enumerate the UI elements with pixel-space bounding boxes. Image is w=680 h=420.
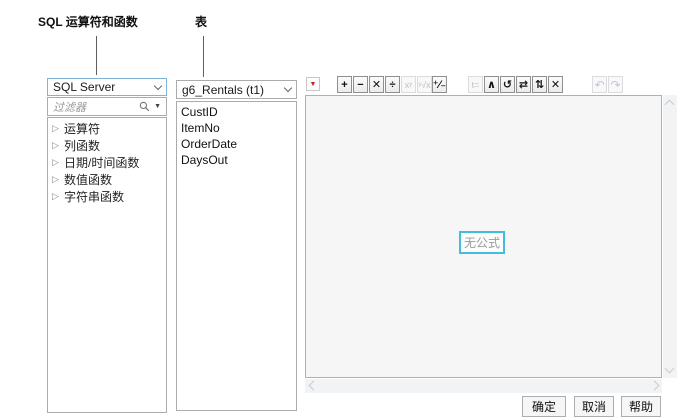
tree-item-label: 运算符 bbox=[64, 122, 101, 136]
redo-button: ↷ bbox=[608, 76, 623, 93]
field-item[interactable]: OrderDate bbox=[177, 136, 296, 152]
sql-expression-dialog: SQL 运算符和函数 表 SQL Server 过滤器 ▼ ▷ 运算符 ▷ 列函… bbox=[0, 0, 680, 420]
scroll-up-icon[interactable] bbox=[664, 99, 675, 110]
help-button[interactable]: 帮助 bbox=[621, 396, 661, 417]
filter-options-arrow-icon[interactable]: ▼ bbox=[154, 103, 161, 110]
undo-button: ↶ bbox=[592, 76, 607, 93]
multiply-button[interactable]: ✕ bbox=[369, 76, 384, 93]
tree-item-string-functions[interactable]: ▷ 字符串函数 bbox=[48, 188, 166, 205]
add-button[interactable]: + bbox=[337, 76, 352, 93]
ok-button[interactable]: 确定 bbox=[522, 396, 566, 417]
filter-placeholder-text: 过滤器 bbox=[53, 101, 86, 114]
t-equals-button: t= bbox=[468, 76, 483, 93]
tree-item-numeric-functions[interactable]: ▷ 数值函数 bbox=[48, 171, 166, 188]
divide-button[interactable]: ÷ bbox=[385, 76, 400, 93]
power-button: xʸ bbox=[401, 76, 416, 93]
table-callout-line bbox=[203, 36, 204, 77]
expander-icon[interactable]: ▷ bbox=[52, 191, 64, 202]
chevron-down-icon bbox=[283, 83, 293, 93]
search-icon bbox=[139, 101, 150, 112]
expander-icon[interactable]: ▷ bbox=[52, 140, 64, 151]
no-formula-placeholder[interactable]: 无公式 bbox=[459, 231, 506, 254]
operators-callout-line bbox=[96, 36, 97, 75]
tree-item-operators[interactable]: ▷ 运算符 bbox=[48, 120, 166, 137]
function-category-tree: ▷ 运算符 ▷ 列函数 ▷ 日期/时间函数 ▷ 数值函数 ▷ 字符串函数 bbox=[47, 117, 167, 413]
rotate-button[interactable]: ↺ bbox=[500, 76, 515, 93]
table-callout-label: 表 bbox=[195, 15, 208, 29]
function-filter-input[interactable]: 过滤器 ▼ bbox=[47, 97, 167, 116]
tree-item-label: 列函数 bbox=[64, 139, 101, 153]
formula-menu-button[interactable]: ▼ bbox=[306, 77, 320, 91]
operators-callout-label: SQL 运算符和函数 bbox=[38, 15, 138, 29]
tree-item-label: 字符串函数 bbox=[64, 190, 125, 204]
field-item[interactable]: CustID bbox=[177, 104, 296, 120]
field-list: CustID ItemNo OrderDate DaysOut bbox=[176, 101, 297, 411]
expander-icon[interactable]: ▷ bbox=[52, 157, 64, 168]
subtract-button[interactable]: − bbox=[353, 76, 368, 93]
scroll-right-icon[interactable] bbox=[649, 380, 660, 391]
scroll-left-icon[interactable] bbox=[308, 380, 319, 391]
reorder-button[interactable]: ⇅ bbox=[532, 76, 547, 93]
table-dropdown[interactable]: g6_Rentals (t1) bbox=[176, 80, 297, 99]
tree-item-column-functions[interactable]: ▷ 列函数 bbox=[48, 137, 166, 154]
tree-item-datetime-functions[interactable]: ▷ 日期/时间函数 bbox=[48, 154, 166, 171]
chevron-down-icon bbox=[153, 81, 163, 90]
red-dropdown-icon: ▼ bbox=[309, 80, 317, 88]
negate-button[interactable]: ⁺⁄₋ bbox=[432, 76, 447, 93]
field-item[interactable]: ItemNo bbox=[177, 120, 296, 136]
expander-icon[interactable]: ▷ bbox=[52, 123, 64, 134]
expander-icon[interactable]: ▷ bbox=[52, 174, 64, 185]
tree-item-label: 数值函数 bbox=[64, 173, 113, 187]
delete-button[interactable]: ✕ bbox=[548, 76, 563, 93]
sql-dialect-value: SQL Server bbox=[53, 80, 116, 94]
table-dropdown-value: g6_Rentals (t1) bbox=[182, 82, 265, 97]
cancel-button[interactable]: 取消 bbox=[574, 396, 614, 417]
root-button: ʸ√x bbox=[417, 76, 432, 93]
tree-item-label: 日期/时间函数 bbox=[64, 156, 140, 170]
sql-dialect-dropdown[interactable]: SQL Server bbox=[47, 78, 167, 96]
editor-horizontal-scrollbar[interactable] bbox=[305, 379, 662, 393]
field-item[interactable]: DaysOut bbox=[177, 152, 296, 168]
caret-button[interactable]: ∧ bbox=[484, 76, 499, 93]
scroll-down-icon[interactable] bbox=[664, 363, 675, 374]
editor-vertical-scrollbar[interactable] bbox=[663, 95, 677, 378]
swap-button[interactable]: ⇄ bbox=[516, 76, 531, 93]
